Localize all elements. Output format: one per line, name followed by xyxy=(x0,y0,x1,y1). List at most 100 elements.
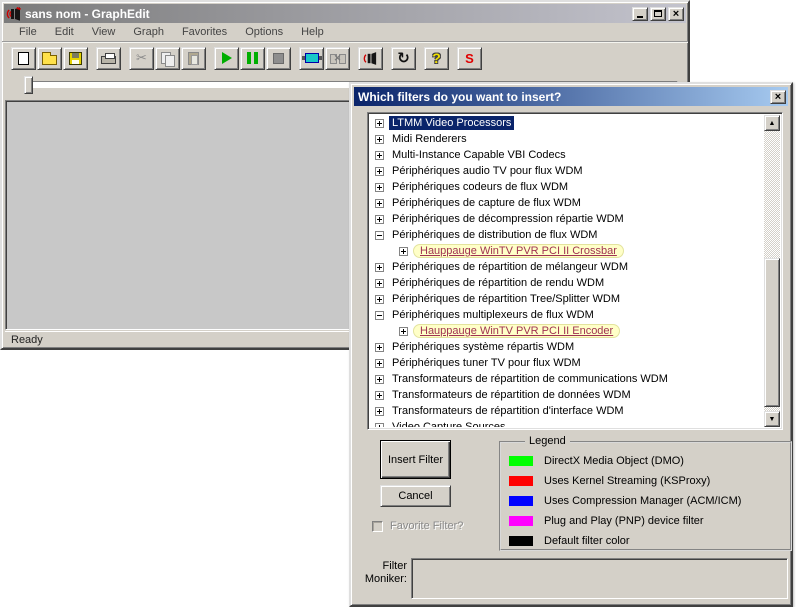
stats-button[interactable]: S xyxy=(457,47,482,70)
maximize-button[interactable] xyxy=(650,7,666,21)
expand-icon[interactable] xyxy=(375,215,384,224)
expand-icon[interactable] xyxy=(375,167,384,176)
tree-item-label[interactable]: Périphériques de distribution de flux WD… xyxy=(389,228,600,242)
expand-icon[interactable] xyxy=(375,359,384,368)
scrollbar-thumb[interactable] xyxy=(764,258,780,407)
tree-item[interactable]: Transformateurs de répartition d'interfa… xyxy=(370,403,764,419)
expand-icon[interactable] xyxy=(375,423,384,428)
tree-item[interactable]: Périphériques de capture de flux WDM xyxy=(370,195,764,211)
menu-edit[interactable]: Edit xyxy=(46,24,83,40)
insert-filter-toolbar-button[interactable] xyxy=(299,47,324,70)
tree-item-label[interactable]: Périphériques codeurs de flux WDM xyxy=(389,180,571,194)
tree-item-label[interactable]: Périphériques de répartition de rendu WD… xyxy=(389,276,607,290)
minimize-icon xyxy=(637,16,643,18)
tree-item[interactable]: Périphériques tuner TV pour flux WDM xyxy=(370,355,764,371)
tree-item[interactable]: Midi Renderers xyxy=(370,131,764,147)
cancel-button[interactable]: Cancel xyxy=(380,485,451,507)
expand-icon[interactable] xyxy=(375,119,384,128)
disconnect-button[interactable]: ✕ xyxy=(325,47,350,70)
tree-item-label[interactable]: Périphériques de répartition Tree/Splitt… xyxy=(389,292,623,306)
tree-item[interactable]: Périphériques multiplexeurs de flux WDM xyxy=(370,307,764,323)
tree-item[interactable]: Multi-Instance Capable VBI Codecs xyxy=(370,147,764,163)
tree-item[interactable]: Hauppauge WinTV PVR PCI II Encoder xyxy=(370,323,764,339)
dialog-close-icon: × xyxy=(775,92,781,102)
pause-button[interactable] xyxy=(240,47,265,70)
tree-item-label[interactable]: Périphériques de répartition de mélangeu… xyxy=(389,260,631,274)
menu-options[interactable]: Options xyxy=(236,24,292,40)
stop-button[interactable] xyxy=(266,47,291,70)
expand-icon[interactable] xyxy=(375,407,384,416)
tree-item-label[interactable]: Midi Renderers xyxy=(389,132,470,146)
paste-button[interactable] xyxy=(181,47,206,70)
tree-item-label[interactable]: Transformateurs de répartition de donnée… xyxy=(389,388,634,402)
save-button[interactable] xyxy=(63,47,88,70)
collapse-icon[interactable] xyxy=(375,231,384,240)
menu-file[interactable]: File xyxy=(10,24,46,40)
tree-item[interactable]: Hauppauge WinTV PVR PCI II Crossbar xyxy=(370,243,764,259)
tree-item-label[interactable]: Périphériques audio TV pour flux WDM xyxy=(389,164,586,178)
menu-help[interactable]: Help xyxy=(292,24,333,40)
scroll-down-button[interactable]: ▼ xyxy=(764,411,780,427)
tree-item[interactable]: Périphériques audio TV pour flux WDM xyxy=(370,163,764,179)
tree-item[interactable]: Périphériques de distribution de flux WD… xyxy=(370,227,764,243)
tree-item-label[interactable]: Hauppauge WinTV PVR PCI II Crossbar xyxy=(413,244,624,258)
tree-item-label[interactable]: Périphériques de capture de flux WDM xyxy=(389,196,584,210)
close-button[interactable]: × xyxy=(668,7,684,21)
expand-icon[interactable] xyxy=(375,199,384,208)
tree-item[interactable]: Video Capture Sources xyxy=(370,419,764,427)
expand-icon[interactable] xyxy=(375,375,384,384)
print-button[interactable] xyxy=(96,47,121,70)
expand-icon[interactable] xyxy=(375,343,384,352)
expand-icon[interactable] xyxy=(399,247,408,256)
favorite-filter-checkbox[interactable] xyxy=(372,521,383,532)
copy-button[interactable] xyxy=(155,47,180,70)
expand-icon[interactable] xyxy=(375,279,384,288)
tree-item[interactable]: Périphériques de répartition de rendu WD… xyxy=(370,275,764,291)
tree-item[interactable]: LTMM Video Processors xyxy=(370,115,764,131)
tree-item-label[interactable]: Transformateurs de répartition de commun… xyxy=(389,372,671,386)
filter-moniker-field[interactable] xyxy=(411,558,788,599)
menu-favorites[interactable]: Favorites xyxy=(173,24,236,40)
tree-item-label[interactable]: Périphériques de décompression répartie … xyxy=(389,212,627,226)
cut-button[interactable]: ✂ xyxy=(129,47,154,70)
minimize-button[interactable] xyxy=(632,7,648,21)
tree-item[interactable]: Transformateurs de répartition de donnée… xyxy=(370,387,764,403)
tree-item-label[interactable]: Périphériques multiplexeurs de flux WDM xyxy=(389,308,597,322)
tree-item[interactable]: Périphériques codeurs de flux WDM xyxy=(370,179,764,195)
refresh-button[interactable]: ↻ xyxy=(391,47,416,70)
main-titlebar[interactable]: sans nom - GraphEdit × xyxy=(4,4,686,23)
expand-icon[interactable] xyxy=(375,135,384,144)
scroll-up-button[interactable]: ▲ xyxy=(764,115,780,131)
dialog-titlebar[interactable]: Which filters do you want to insert? × xyxy=(354,87,788,106)
tree-item-label[interactable]: Video Capture Sources xyxy=(389,420,509,427)
menu-view[interactable]: View xyxy=(83,24,125,40)
collapse-icon[interactable] xyxy=(375,311,384,320)
help-button[interactable]: ? xyxy=(424,47,449,70)
expand-icon[interactable] xyxy=(375,263,384,272)
tree-item-label[interactable]: Transformateurs de répartition d'interfa… xyxy=(389,404,627,418)
tree-item[interactable]: Périphériques système répartis WDM xyxy=(370,339,764,355)
graphedit-button[interactable] xyxy=(358,47,383,70)
seek-thumb[interactable] xyxy=(24,76,33,94)
expand-icon[interactable] xyxy=(375,183,384,192)
expand-icon[interactable] xyxy=(399,327,408,336)
dialog-close-button[interactable]: × xyxy=(770,90,786,104)
tree-item-label[interactable]: Périphériques système répartis WDM xyxy=(389,340,577,354)
menu-graph[interactable]: Graph xyxy=(124,24,173,40)
tree-item-label[interactable]: LTMM Video Processors xyxy=(389,116,514,130)
tree-item-label[interactable]: Périphériques tuner TV pour flux WDM xyxy=(389,356,584,370)
tree-item[interactable]: Périphériques de répartition de mélangeu… xyxy=(370,259,764,275)
tree-item[interactable]: Périphériques de décompression répartie … xyxy=(370,211,764,227)
expand-icon[interactable] xyxy=(375,391,384,400)
open-button[interactable] xyxy=(37,47,62,70)
play-button[interactable] xyxy=(214,47,239,70)
tree-item[interactable]: Périphériques de répartition Tree/Splitt… xyxy=(370,291,764,307)
tree-item-label[interactable]: Hauppauge WinTV PVR PCI II Encoder xyxy=(413,324,620,338)
new-button[interactable] xyxy=(11,47,36,70)
tree-item-label[interactable]: Multi-Instance Capable VBI Codecs xyxy=(389,148,569,162)
expand-icon[interactable] xyxy=(375,295,384,304)
tree-scrollbar[interactable]: ▲ ▼ xyxy=(764,115,780,427)
expand-icon[interactable] xyxy=(375,151,384,160)
tree-item[interactable]: Transformateurs de répartition de commun… xyxy=(370,371,764,387)
insert-filter-button[interactable]: Insert Filter xyxy=(380,440,451,479)
